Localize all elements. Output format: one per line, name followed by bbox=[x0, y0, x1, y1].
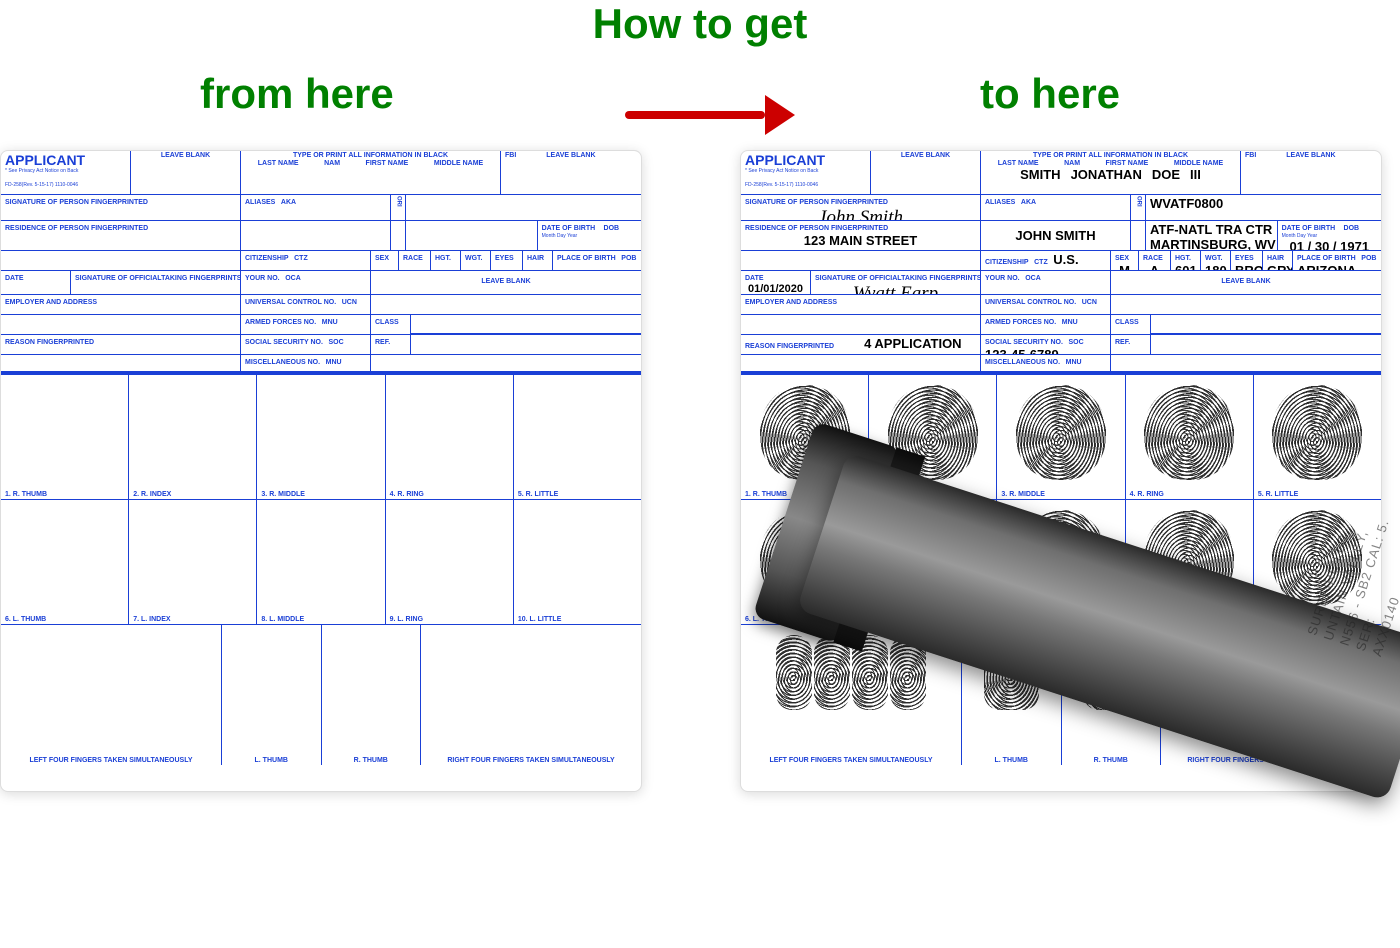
fingerprint-card-blank: APPLICANT* See Privacy Act Notice on Bac… bbox=[0, 150, 642, 792]
title: How to get bbox=[0, 0, 1400, 48]
fingerprint-card-filled: APPLICANT* See Privacy Act Notice on Bac… bbox=[740, 150, 1382, 792]
to-here: to here bbox=[980, 70, 1120, 118]
arrow-icon bbox=[625, 95, 795, 135]
from-here: from here bbox=[200, 70, 394, 118]
